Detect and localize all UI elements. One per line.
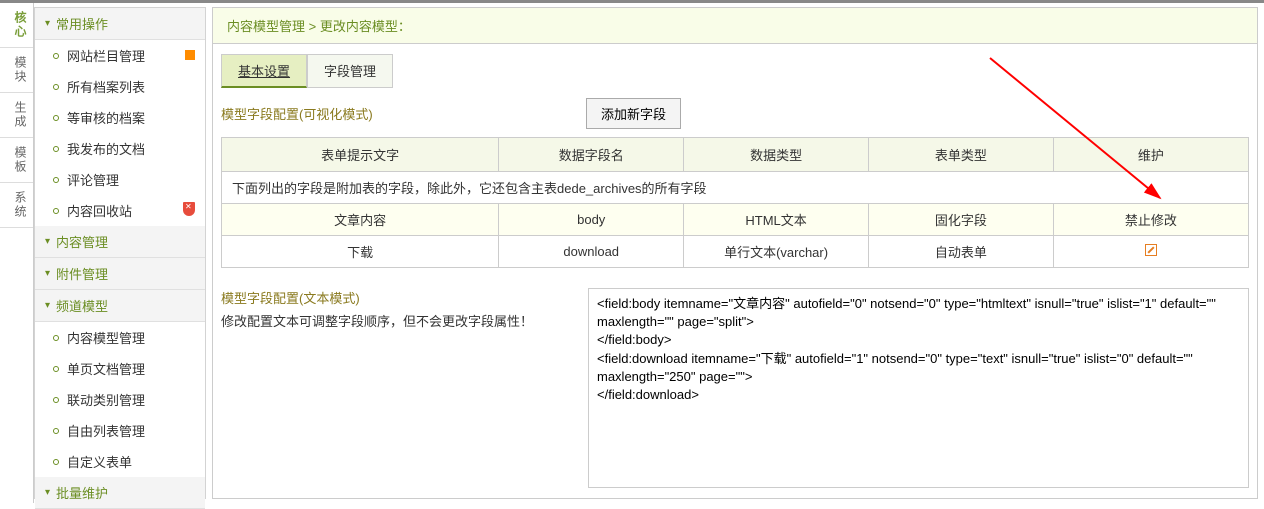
table-row: 下载 download 单行文本(varchar) 自动表单	[222, 236, 1249, 268]
sidebar-item-model[interactable]: 内容模型管理	[35, 322, 205, 353]
chevron-down-icon: ▾	[45, 300, 50, 311]
bullet-icon	[53, 177, 59, 183]
item-label: 单页文档管理	[67, 359, 145, 378]
tabs: 基本设置 字段管理	[221, 54, 1249, 88]
cell: 自动表单	[869, 236, 1054, 268]
section-common[interactable]: ▾ 常用操作	[35, 8, 205, 40]
section-channel[interactable]: ▾ 频道模型	[35, 290, 205, 322]
sidebar-item-linkage[interactable]: 联动类别管理	[35, 384, 205, 415]
vtab-sys[interactable]: 系统	[0, 183, 33, 228]
sidebar-item-archives[interactable]: 所有档案列表	[35, 71, 205, 102]
sidebar-item-freelist[interactable]: 自由列表管理	[35, 415, 205, 446]
config-textarea[interactable]	[588, 288, 1249, 488]
tab-basic[interactable]: 基本设置	[221, 54, 307, 88]
item-label: 内容模型管理	[67, 328, 145, 347]
vtab-tpl[interactable]: 模板	[0, 138, 33, 183]
chevron-down-icon: ▾	[45, 18, 50, 29]
bullet-icon	[53, 115, 59, 121]
section-content[interactable]: ▾ 内容管理	[35, 226, 205, 258]
add-field-button[interactable]: 添加新字段	[586, 98, 681, 129]
breadcrumb: 内容模型管理 > 更改内容模型：	[212, 7, 1258, 44]
edit-cell[interactable]	[1053, 236, 1248, 268]
sidebar-item-singlepage[interactable]: 单页文档管理	[35, 353, 205, 384]
sidebar: ▾ 常用操作 网站栏目管理 所有档案列表 等审核的档案 我发布的文档 评论管理 内…	[34, 7, 206, 499]
item-label: 评论管理	[67, 170, 119, 189]
cell: body	[499, 204, 684, 236]
sidebar-item-recycle[interactable]: 内容回收站	[35, 195, 205, 226]
th-formtype: 表单类型	[869, 138, 1054, 172]
panel: 基本设置 字段管理 模型字段配置(可视化模式) 添加新字段 表单提示文字 数据字…	[212, 44, 1258, 499]
main: 内容模型管理 > 更改内容模型： 基本设置 字段管理 模型字段配置(可视化模式)…	[206, 3, 1264, 503]
item-label: 网站栏目管理	[67, 46, 145, 65]
chevron-down-icon: ▾	[45, 268, 50, 279]
bullet-icon	[53, 146, 59, 152]
sidebar-item-mydocs[interactable]: 我发布的文档	[35, 133, 205, 164]
item-label: 我发布的文档	[67, 139, 145, 158]
fields-table: 表单提示文字 数据字段名 数据类型 表单类型 维护 下面列出的字段是附加表的字段…	[221, 137, 1249, 268]
section-label: 附件管理	[56, 264, 108, 283]
vertical-tabs: 核心 模块 生成 模板 系统	[0, 3, 34, 503]
bullet-icon	[53, 208, 59, 214]
edit-icon	[1145, 244, 1157, 256]
section-batch[interactable]: ▾ 批量维护	[35, 477, 205, 509]
section-label: 频道模型	[56, 296, 108, 315]
vtab-gen[interactable]: 生成	[0, 93, 33, 138]
th-maintain: 维护	[1053, 138, 1248, 172]
item-label: 自由列表管理	[67, 421, 145, 440]
sidebar-item-pending[interactable]: 等审核的档案	[35, 102, 205, 133]
cell: 禁止修改	[1053, 204, 1248, 236]
bullet-icon	[53, 366, 59, 372]
section-label: 批量维护	[56, 483, 108, 502]
section-label: 常用操作	[56, 14, 108, 33]
cell: 固化字段	[869, 204, 1054, 236]
item-label: 联动类别管理	[67, 390, 145, 409]
table-note: 下面列出的字段是附加表的字段，除此外，它还包含主表dede_archives的所…	[222, 172, 1249, 204]
bullet-icon	[53, 428, 59, 434]
chevron-down-icon: ▾	[45, 236, 50, 247]
item-label: 所有档案列表	[67, 77, 145, 96]
vtab-core[interactable]: 核心	[0, 3, 33, 48]
vtab-module[interactable]: 模块	[0, 48, 33, 93]
sidebar-item-comments[interactable]: 评论管理	[35, 164, 205, 195]
bullet-icon	[53, 53, 59, 59]
shield-icon	[183, 202, 195, 219]
sidebar-item-customform[interactable]: 自定义表单	[35, 446, 205, 477]
textcfg-desc: 修改配置文本可调整字段顺序，但不会更改字段属性！	[221, 311, 576, 330]
textcfg-title: 模型字段配置(文本模式)	[221, 288, 576, 307]
th-fieldname: 数据字段名	[499, 138, 684, 172]
cell: HTML文本	[684, 204, 869, 236]
item-label: 内容回收站	[67, 201, 132, 220]
table-row: 文章内容 body HTML文本 固化字段 禁止修改	[222, 204, 1249, 236]
bullet-icon	[53, 335, 59, 341]
bullet-icon	[53, 84, 59, 90]
cell: 文章内容	[222, 204, 499, 236]
config-label: 模型字段配置(可视化模式)	[221, 104, 586, 123]
item-label: 等审核的档案	[67, 108, 145, 127]
bullet-icon	[53, 459, 59, 465]
cell: 下载	[222, 236, 499, 268]
bullet-icon	[53, 397, 59, 403]
section-attachment[interactable]: ▾ 附件管理	[35, 258, 205, 290]
item-label: 自定义表单	[67, 452, 132, 471]
th-datatype: 数据类型	[684, 138, 869, 172]
chevron-down-icon: ▾	[45, 487, 50, 498]
sidebar-item-columns[interactable]: 网站栏目管理	[35, 40, 205, 71]
section-label: 内容管理	[56, 232, 108, 251]
cell: 单行文本(varchar)	[684, 236, 869, 268]
tab-fields[interactable]: 字段管理	[307, 54, 393, 88]
cell: download	[499, 236, 684, 268]
badge-icon	[185, 48, 195, 63]
th-prompt: 表单提示文字	[222, 138, 499, 172]
